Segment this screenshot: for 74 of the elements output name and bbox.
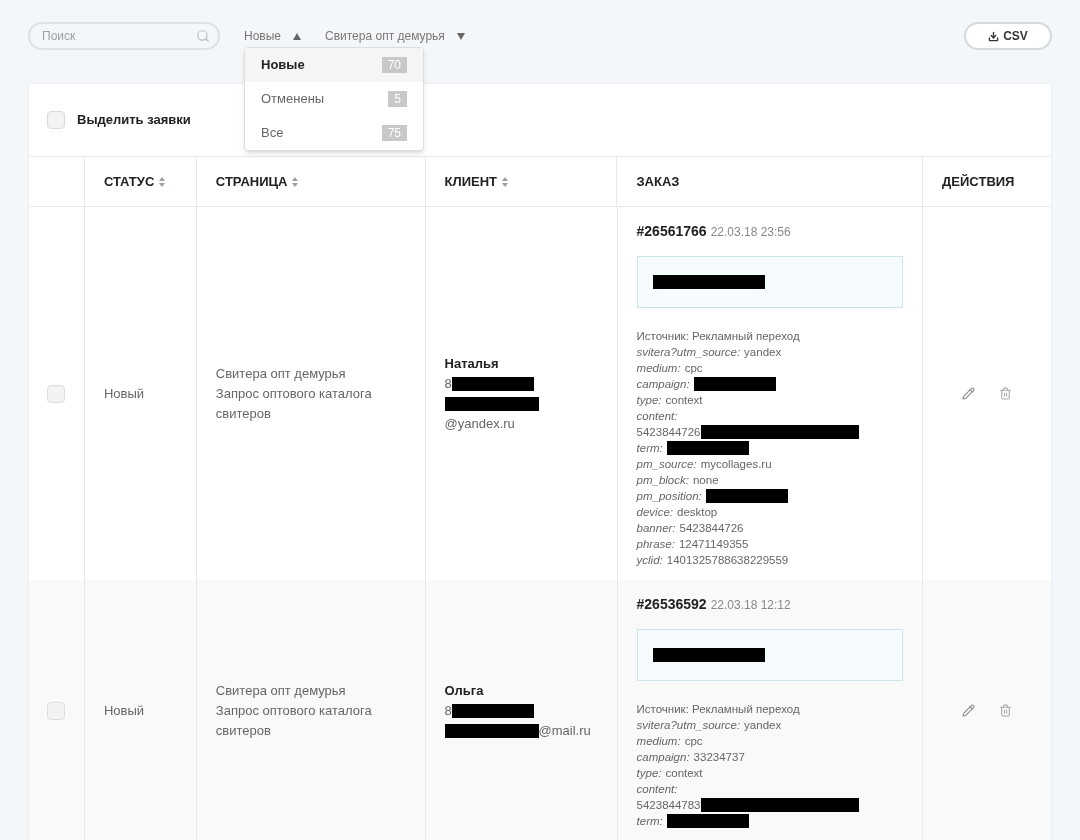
column-header[interactable]: СТАТУС <box>103 171 155 192</box>
detail-value: 33234737 <box>693 750 745 765</box>
detail-key: pm_position: <box>636 488 702 504</box>
detail-value: desktop <box>677 505 718 520</box>
detail-key: medium: <box>636 733 681 749</box>
client-email: @yandex.ru <box>444 415 515 431</box>
page-subtitle: Запрос оптового каталога свитеров <box>215 384 373 423</box>
detail-key: medium: <box>636 360 681 376</box>
detail-text: Источник: Рекламный переход <box>636 329 800 344</box>
detail-text: Источник: Рекламный переход <box>636 702 800 717</box>
order-date: 22.03.18 12:12 <box>710 597 791 614</box>
row-checkbox[interactable] <box>47 701 66 720</box>
status-text: Новый <box>103 384 145 403</box>
column-header[interactable]: СТРАНИЦА <box>215 171 288 192</box>
detail-key: pm_source: <box>636 456 697 472</box>
filter-dropdown[interactable]: Свитера опт демурья <box>325 23 465 49</box>
search-field[interactable]: Поиск <box>28 22 220 50</box>
page-title: Свитера опт демурья <box>215 681 347 700</box>
detail-value: context <box>665 393 703 408</box>
detail-value: 5423844726 <box>679 521 744 536</box>
detail-key: yclid: <box>636 552 663 568</box>
detail-key: phrase: <box>636 536 675 552</box>
delete-icon[interactable] <box>999 704 1013 717</box>
detail-text: 5423844783 <box>636 798 701 813</box>
detail-key: type: <box>636 392 662 408</box>
column-header: ДЕЙСТВИЯ <box>942 172 1015 191</box>
detail-value: context <box>665 766 703 781</box>
order-date: 22.03.18 23:56 <box>710 224 791 241</box>
detail-key: content: <box>636 408 678 424</box>
sort-icon[interactable] <box>291 175 300 188</box>
detail-value: cpc <box>684 361 703 376</box>
client-email: @mail.ru <box>538 722 591 738</box>
client-name: Наталья <box>444 354 500 373</box>
delete-icon[interactable] <box>999 387 1013 400</box>
detail-value: none <box>692 473 719 488</box>
row-checkbox[interactable] <box>47 384 66 403</box>
page-subtitle: Запрос оптового каталога свитеров <box>215 701 373 740</box>
detail-text: 5423844726 <box>636 425 701 440</box>
edit-icon[interactable] <box>962 387 976 400</box>
checkbox[interactable] <box>47 111 65 129</box>
detail-value: 12471149355 <box>678 537 749 552</box>
client-name: Ольга <box>444 681 485 700</box>
detail-key: content: <box>636 781 678 797</box>
detail-key: term: <box>636 440 663 456</box>
edit-icon[interactable] <box>962 704 976 717</box>
csv-export-button[interactable]: CSV <box>964 22 1052 50</box>
detail-key: device: <box>636 504 673 520</box>
filter-dropdown[interactable]: Новые <box>244 23 301 49</box>
page-title: Свитера опт демурья <box>215 364 347 383</box>
column-header[interactable]: КЛИЕНТ <box>444 171 497 192</box>
detail-key: campaign: <box>636 376 690 392</box>
status-text: Новый <box>103 701 145 720</box>
sort-icon[interactable] <box>158 175 167 188</box>
detail-key: pm_block: <box>636 472 689 488</box>
order-number: #26561766 <box>636 222 707 241</box>
detail-value: mycollages.ru <box>700 457 772 472</box>
detail-key: campaign: <box>636 749 690 765</box>
detail-key: type: <box>636 765 662 781</box>
detail-key: banner: <box>636 520 676 536</box>
client-phone: 8 <box>444 374 452 393</box>
detail-value: cpc <box>684 734 703 749</box>
column-header: ЗАКАЗ <box>636 172 680 191</box>
detail-key: svitera?utm_source: <box>636 717 741 733</box>
detail-key: term: <box>636 813 663 829</box>
client-phone: 8 <box>444 701 452 720</box>
detail-value: yandex <box>744 718 782 733</box>
detail-value: yandex <box>744 345 782 360</box>
detail-value: 1401325788638229559 <box>666 553 789 568</box>
sort-icon[interactable] <box>501 175 509 188</box>
order-number: #26536592 <box>636 595 707 614</box>
download-icon <box>988 30 1000 42</box>
select-all-label: Выделить заявки <box>77 111 191 130</box>
detail-key: svitera?utm_source: <box>636 344 741 360</box>
search-icon <box>196 29 210 43</box>
